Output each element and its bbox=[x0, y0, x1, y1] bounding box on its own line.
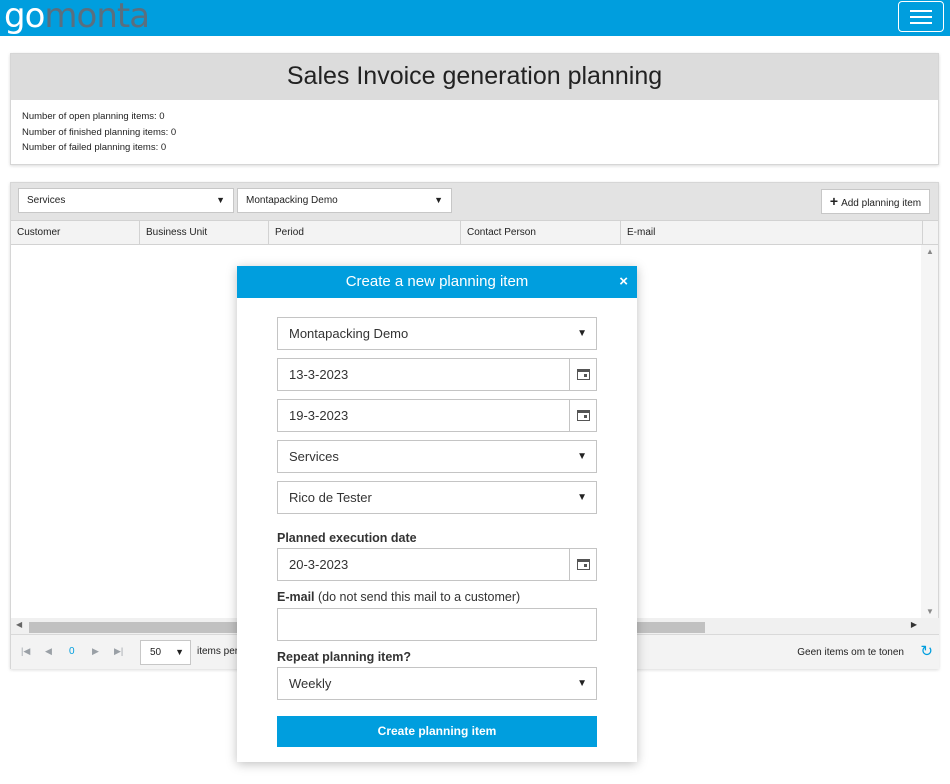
column-header-period[interactable]: Period bbox=[269, 221, 461, 244]
plus-icon: + bbox=[829, 193, 839, 209]
calendar-icon[interactable] bbox=[569, 359, 596, 390]
scroll-up-icon[interactable]: ▲ bbox=[926, 247, 934, 256]
email-note: (do not send this mail to a customer) bbox=[318, 590, 521, 604]
type-filter-value: Services bbox=[27, 195, 66, 206]
scroll-left-icon[interactable]: ◀ bbox=[16, 620, 22, 629]
business-unit-select[interactable]: Montapacking Demo ▼ bbox=[277, 317, 597, 350]
execution-date-label: Planned execution date bbox=[277, 531, 417, 545]
previous-page-icon[interactable]: ◀ bbox=[45, 646, 52, 657]
logo-text-go: go bbox=[4, 0, 45, 36]
contact-person-select[interactable]: Rico de Tester ▼ bbox=[277, 481, 597, 514]
column-header-customer[interactable]: Customer bbox=[11, 221, 140, 244]
period-end-value: 19-3-2023 bbox=[289, 408, 349, 423]
failed-items-count: Number of failed planning items: 0 bbox=[22, 142, 167, 153]
column-header-contact-person[interactable]: Contact Person bbox=[461, 221, 621, 244]
next-page-icon[interactable]: ▶ bbox=[92, 646, 99, 657]
execution-date-value: 20-3-2023 bbox=[289, 557, 349, 572]
calendar-icon[interactable] bbox=[569, 549, 596, 580]
email-label: E-mail (do not send this mail to a custo… bbox=[277, 590, 521, 604]
chevron-down-icon: ▼ bbox=[577, 451, 587, 462]
contact-person-value: Rico de Tester bbox=[289, 490, 372, 505]
chevron-down-icon: ▼ bbox=[577, 678, 587, 689]
last-page-icon[interactable]: ▶| bbox=[114, 646, 123, 657]
open-items-count: Number of open planning items: 0 bbox=[22, 111, 165, 122]
email-input[interactable] bbox=[277, 608, 597, 641]
add-planning-item-button[interactable]: + Add planning item bbox=[821, 189, 930, 214]
finished-items-count: Number of finished planning items: 0 bbox=[22, 126, 177, 138]
current-page-number[interactable]: 0 bbox=[69, 646, 75, 657]
scroll-down-icon[interactable]: ▼ bbox=[926, 607, 934, 616]
column-header-email[interactable]: E-mail bbox=[621, 221, 923, 244]
planning-summary-panel: Sales Invoice generation planning Number… bbox=[10, 53, 939, 165]
create-planning-item-dialog: Create a new planning item × Montapackin… bbox=[237, 266, 637, 762]
chevron-down-icon: ▼ bbox=[175, 647, 184, 657]
execution-date-field[interactable]: 20-3-2023 bbox=[277, 548, 597, 581]
repeat-select[interactable]: Weekly ▼ bbox=[277, 667, 597, 700]
chevron-down-icon: ▼ bbox=[434, 195, 443, 205]
chevron-down-icon: ▼ bbox=[577, 328, 587, 339]
add-planning-item-label: Add planning item bbox=[841, 198, 922, 209]
dialog-header: Create a new planning item × bbox=[237, 266, 637, 298]
type-filter-select[interactable]: Services ▼ bbox=[18, 188, 234, 213]
period-start-date-field[interactable]: 13-3-2023 bbox=[277, 358, 597, 391]
page-title: Sales Invoice generation planning bbox=[11, 54, 938, 100]
business-unit-filter-value: Montapacking Demo bbox=[246, 195, 338, 206]
type-select[interactable]: Services ▼ bbox=[277, 440, 597, 473]
column-header-business-unit[interactable]: Business Unit bbox=[140, 221, 269, 244]
chevron-down-icon: ▼ bbox=[577, 492, 587, 503]
summary-stats: Number of open planning items: 0 Number … bbox=[11, 100, 938, 165]
hamburger-menu-button[interactable] bbox=[898, 1, 944, 32]
repeat-label: Repeat planning item? bbox=[277, 650, 412, 664]
period-end-date-field[interactable]: 19-3-2023 bbox=[277, 399, 597, 432]
repeat-value: Weekly bbox=[289, 676, 332, 691]
gomonta-logo[interactable]: gomonta bbox=[4, 0, 150, 36]
grid-column-headers: Customer Business Unit Period Contact Pe… bbox=[11, 220, 938, 245]
no-items-message: Geen items om te tonen bbox=[797, 647, 904, 658]
create-planning-item-button[interactable]: Create planning item bbox=[277, 716, 597, 747]
dialog-title: Create a new planning item bbox=[345, 273, 529, 290]
page-size-value: 50 bbox=[150, 647, 162, 658]
scroll-right-icon[interactable]: ▶ bbox=[911, 620, 917, 629]
page-size-select[interactable]: 50 ▼ bbox=[140, 640, 191, 665]
close-icon[interactable]: × bbox=[619, 266, 628, 298]
business-unit-filter-select[interactable]: Montapacking Demo ▼ bbox=[237, 188, 452, 213]
grid-toolbar: Services ▼ Montapacking Demo ▼ + Add plan… bbox=[11, 183, 938, 220]
refresh-icon[interactable]: ↻ bbox=[920, 644, 933, 659]
chevron-down-icon: ▼ bbox=[216, 195, 225, 205]
first-page-icon[interactable]: |◀ bbox=[21, 646, 30, 657]
period-start-value: 13-3-2023 bbox=[289, 367, 349, 382]
vertical-scrollbar[interactable]: ▲ ▼ bbox=[921, 245, 938, 618]
calendar-icon[interactable] bbox=[569, 400, 596, 431]
top-navbar: gomonta bbox=[0, 0, 950, 36]
logo-text-monta: monta bbox=[44, 0, 150, 36]
business-unit-value: Montapacking Demo bbox=[289, 326, 409, 341]
type-value: Services bbox=[289, 449, 339, 464]
